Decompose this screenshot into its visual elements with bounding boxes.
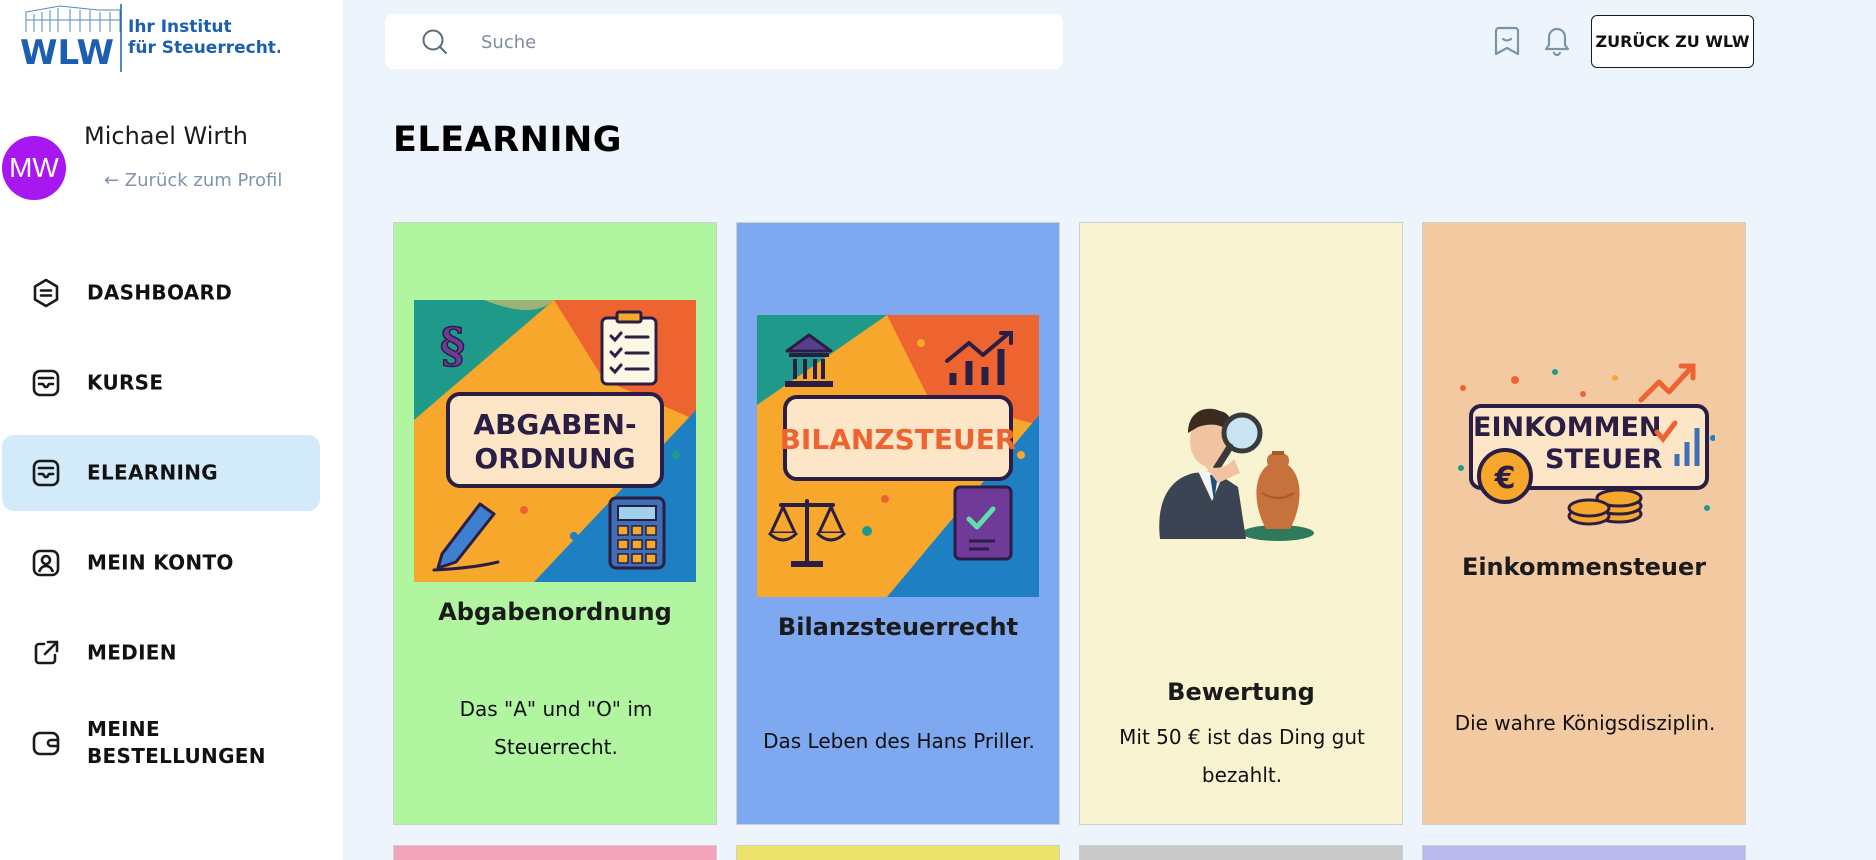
courses-icon [28,365,64,401]
account-icon [28,545,64,581]
course-card-bilanzsteuerrecht[interactable]: BILANZSTEUER Bilanzsteuerrecht Das Leben… [736,222,1060,825]
card-description: Mit 50 € ist das Ding gut bezahlt. [1119,725,1365,787]
bell-icon[interactable] [1540,24,1574,58]
back-to-profile-link[interactable]: ← Zurück zum Profil [104,170,282,191]
course-card-bewertung[interactable]: Bewertung Mit 50 € ist das Ding gut beza… [1079,222,1403,825]
sidebar-item-mein-konto[interactable]: MEIN KONTO [2,525,320,601]
einkommensteuer-image-label-1: EINKOMMEN [1473,412,1662,443]
sidebar-nav: DASHBOARD KURSE ELEARNING MEIN KONTO MED… [2,255,320,795]
abgabenordnung-illustration: § ABGABEN- ORDNUNG [414,300,696,582]
back-to-wlw-button[interactable]: ZURÜCK ZU WLW [1591,15,1754,68]
user-block: MW Michael Wirth ← Zurück zum Profil [0,120,343,210]
bookmark-icon[interactable] [1490,24,1524,58]
wlw-logo[interactable]: WLW Ihr Institut für Steuerrecht. [20,2,282,74]
card-title: Bilanzsteuerrecht [777,613,1019,641]
sidebar-item-label: KURSE [87,370,164,395]
svg-text:§: § [440,318,465,374]
external-link-icon [28,635,64,671]
bilanzsteuer-image-label: BILANZSTEUER [780,423,1017,456]
einkommensteuer-illustration: EINKOMMEN STEUER € [1458,363,1715,526]
logo-tagline-1: Ihr Institut [128,17,232,37]
svg-text:€: € [1494,461,1516,496]
appraiser-illustration [1159,408,1314,541]
abgabenordnung-image-label-1: ABGABEN- [473,408,636,441]
sidebar-item-elearning[interactable]: ELEARNING [2,435,320,511]
user-name: Michael Wirth [84,122,248,150]
bilanzsteuer-illustration: BILANZSTEUER [757,315,1039,597]
search-input[interactable] [481,26,1041,58]
avatar[interactable]: MW [2,136,66,200]
sidebar-item-label: ELEARNING [87,460,218,485]
course-card-stub[interactable] [393,845,717,860]
card-description: Das "A" und "O" im Steuerrecht. [459,697,653,759]
course-card-abgabenordnung[interactable]: § ABGABEN- ORDNUNG Abgabenordnung Das "A… [393,222,717,825]
sidebar-item-label: MEINE BESTELLUNGEN [87,717,266,768]
card-title: Abgabenordnung [438,598,672,626]
sidebar-item-label: MEDIEN [87,640,177,665]
sidebar-item-dashboard[interactable]: DASHBOARD [2,255,320,331]
abgabenordnung-image-label-2: ORDNUNG [474,442,635,475]
card-description: Die wahre Königsdisziplin. [1454,711,1716,735]
course-card-einkommensteuer[interactable]: EINKOMMEN STEUER € Einkommensteuer Die w… [1422,222,1746,825]
elearning-icon [28,455,64,491]
logo-graphic: WLW Ihr Institut für Steuerrecht. [20,4,282,73]
sidebar-item-medien[interactable]: MEDIEN [2,615,320,691]
page-title: ELEARNING [393,120,622,160]
card-title: Bewertung [1167,678,1315,706]
sidebar: WLW Ihr Institut für Steuerrecht. MW Mic… [0,0,343,860]
sidebar-item-label: MEIN KONTO [87,550,234,575]
search-icon[interactable] [421,28,449,56]
logo-letters: WLW [20,33,114,73]
course-card-stub[interactable] [736,845,1060,860]
logo-tagline-2: für Steuerrecht. [128,38,280,58]
course-card-stub[interactable] [1422,845,1746,860]
card-title: Einkommensteuer [1461,553,1707,581]
dashboard-icon [28,275,64,311]
einkommensteuer-image-label-2: STEUER [1545,444,1663,475]
wallet-icon [28,725,64,761]
course-card-stub[interactable] [1079,845,1403,860]
search-box [385,14,1063,69]
sidebar-item-meine-bestellungen[interactable]: MEINE BESTELLUNGEN [2,705,320,781]
card-description: Das Leben des Hans Priller. [763,729,1035,753]
sidebar-item-label: DASHBOARD [87,280,233,305]
sidebar-item-kurse[interactable]: KURSE [2,345,320,421]
